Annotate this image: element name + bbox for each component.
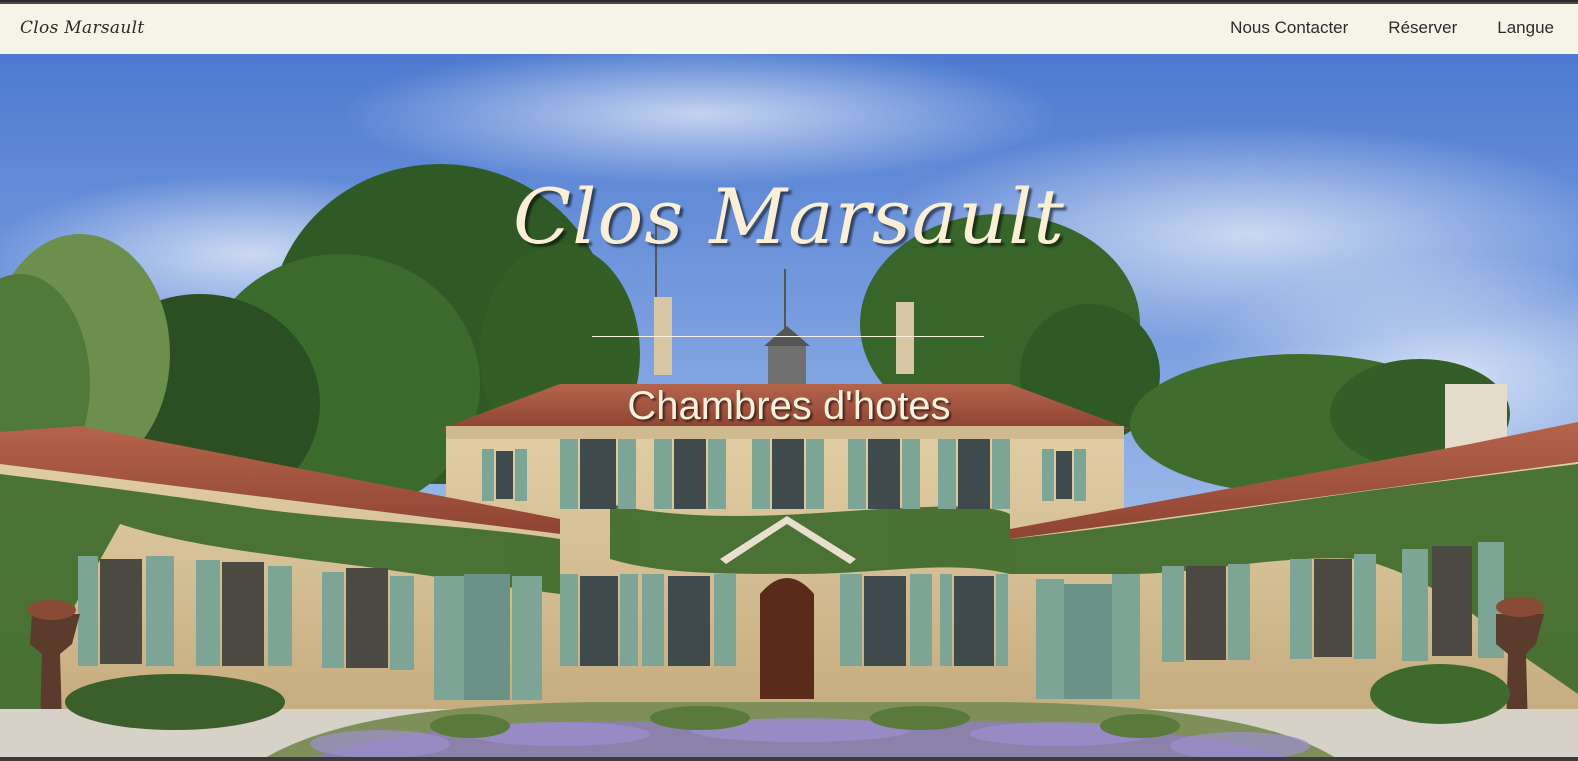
nav-links: Nous Contacter Réserver Langue	[1230, 18, 1554, 38]
hero-divider	[592, 336, 984, 337]
bottom-border	[0, 757, 1578, 761]
hero-subtitle: Chambres d'hotes	[627, 384, 951, 428]
hero-banner: Clos Marsault Chambres d'hotes	[0, 54, 1578, 761]
nav-link-language[interactable]: Langue	[1497, 18, 1554, 38]
nav-link-reserve[interactable]: Réserver	[1388, 18, 1457, 38]
hero-title: Clos Marsault	[513, 172, 1065, 261]
brand-logo-link[interactable]: Clos Marsault	[20, 18, 144, 38]
nav-link-contact[interactable]: Nous Contacter	[1230, 18, 1348, 38]
top-navbar: Clos Marsault Nous Contacter Réserver La…	[0, 2, 1578, 54]
page: Clos Marsault Nous Contacter Réserver La…	[0, 0, 1578, 761]
